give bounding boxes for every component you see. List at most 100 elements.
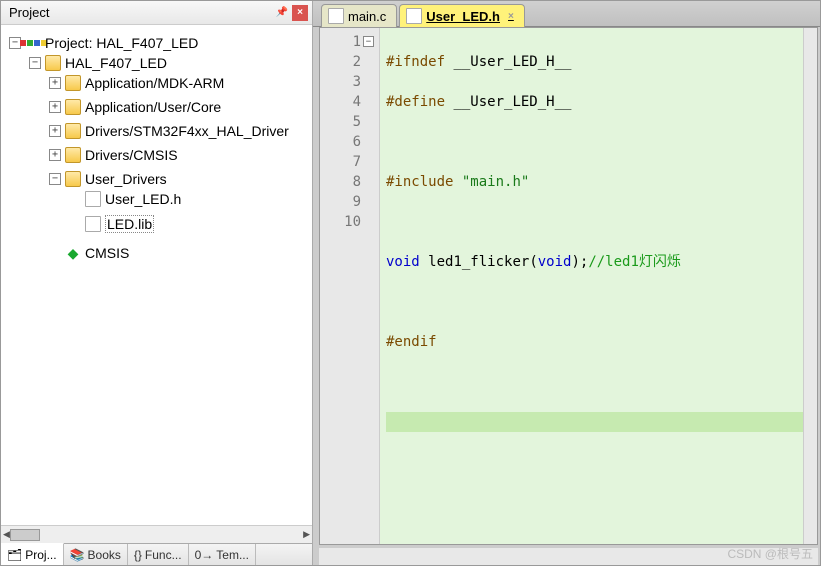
token-macro: __User_LED_H__ [453,94,571,110]
tree-file-label: LED.lib [105,215,154,233]
tree-group[interactable]: + Drivers/STM32F4xx_HAL_Driver [49,123,312,139]
editor-right-margin [803,28,817,544]
token-comment: //led1灯闪烁 [588,254,681,270]
file-icon [85,216,101,232]
file-icon [85,191,101,207]
tree-group-label: CMSIS [85,245,129,261]
token-prep: #endif [386,334,437,350]
tree-group[interactable]: + Drivers/CMSIS [49,147,312,163]
tree-group[interactable]: − User_Drivers [49,171,312,187]
line-number-gutter: 1 2 3 4 5 6 7 8 9 10 − [320,28,380,544]
spacer [69,218,81,230]
editor-tab-main-c[interactable]: main.c [321,4,397,27]
project-tree[interactable]: − Project: HAL_F407_LED − HAL_F407_LED [1,25,312,525]
watermark: CSDN @根号五 [727,545,813,562]
line-number: 10 [320,212,361,232]
tab-project[interactable]: 🗂 Proj... [1,543,64,565]
line-number: 7 [320,152,361,172]
project-panel: Project 📌 × − Project: HAL_F407_LED − [1,1,313,565]
expander-icon[interactable]: + [49,125,61,137]
tree-file[interactable]: LED.lib [69,215,312,233]
scroll-thumb[interactable] [10,529,40,541]
token-punct: ); [571,254,588,270]
spacer [69,193,81,205]
token-prep: #define [386,94,445,110]
tree-group-label: Drivers/STM32F4xx_HAL_Driver [85,123,289,139]
line-number: 6 [320,132,361,152]
file-icon [406,8,422,24]
folder-icon [65,99,81,115]
token-punct: ( [529,254,537,270]
file-icon [328,8,344,24]
editor-tab-user-led-h[interactable]: User_LED.h × [399,4,525,27]
pin-icon[interactable]: 📌 [274,5,290,21]
token-prep: #ifndef [386,54,445,70]
line-number: 1 [320,32,361,52]
tree-group-label: User_Drivers [85,171,167,187]
panel-title: Project [9,5,272,20]
code-content[interactable]: #ifndef __User_LED_H__ #define __User_LE… [380,28,803,544]
token-prep: #include [386,174,453,190]
line-number: 8 [320,172,361,192]
tree-group-label: Application/MDK-ARM [85,75,224,91]
tree-root[interactable]: − Project: HAL_F407_LED [9,35,312,51]
tree-file[interactable]: User_LED.h [69,191,312,207]
workspace-icon [25,35,41,51]
line-number: 4 [320,92,361,112]
token-ident: led1_flicker [428,254,529,270]
tab-label: Books [88,548,121,562]
tab-label: User_LED.h [426,9,500,24]
tab-label: Func... [145,548,182,562]
tree-group[interactable]: ◆ CMSIS [49,245,312,261]
books-tab-icon: 📚 [70,548,85,562]
component-icon: ◆ [65,245,81,261]
tree-group[interactable]: + Application/User/Core [49,99,312,115]
target-icon [45,55,61,71]
token-keyword: void [538,254,572,270]
line-number: 3 [320,72,361,92]
close-tab-icon[interactable]: × [508,11,514,22]
token-keyword: void [386,254,420,270]
functions-tab-icon: {} [134,548,142,562]
tree-target-label: HAL_F407_LED [65,55,167,71]
tree-group-label: Drivers/CMSIS [85,147,178,163]
tab-templates[interactable]: 0→ Tem... [189,544,256,565]
code-editor[interactable]: 1 2 3 4 5 6 7 8 9 10 − #ifndef __User_LE… [319,27,818,545]
h-scrollbar[interactable]: ◀ ▶ [1,525,312,543]
line-number: 2 [320,52,361,72]
spacer [49,247,61,259]
token-macro: __User_LED_H__ [453,54,571,70]
line-number: 5 [320,112,361,132]
tab-books[interactable]: 📚 Books [64,544,128,565]
expander-icon[interactable]: − [29,57,41,69]
expander-icon[interactable]: − [49,173,61,185]
project-tab-icon: 🗂 [7,548,22,562]
tab-label: main.c [348,9,386,24]
fold-icon[interactable]: − [363,36,374,47]
folder-icon [65,171,81,187]
tree-root-label: Project: HAL_F407_LED [45,35,198,51]
tab-label: Tem... [216,548,249,562]
tree-group[interactable]: + Application/MDK-ARM [49,75,312,91]
tree-target[interactable]: − HAL_F407_LED [29,55,312,71]
scroll-right-icon[interactable]: ▶ [303,529,310,540]
expander-icon[interactable]: + [49,101,61,113]
editor-area: main.c User_LED.h × 1 2 3 4 5 6 7 8 9 10 [313,1,820,565]
tree-group-label: Application/User/Core [85,99,221,115]
token-string: "main.h" [462,174,529,190]
folder-icon [65,123,81,139]
tab-functions[interactable]: {} Func... [128,544,189,565]
scroll-left-icon[interactable]: ◀ [3,529,10,540]
tree-file-label: User_LED.h [105,191,181,207]
tab-label: Proj... [25,548,56,562]
line-number: 9 [320,192,361,212]
templates-tab-icon: 0→ [195,548,214,562]
expander-icon[interactable]: + [49,77,61,89]
expander-icon[interactable]: + [49,149,61,161]
folder-icon [65,147,81,163]
editor-tab-strip: main.c User_LED.h × [313,1,820,27]
panel-header: Project 📌 × [1,1,312,25]
folder-icon [65,75,81,91]
close-panel-button[interactable]: × [292,5,308,21]
bottom-tab-strip: 🗂 Proj... 📚 Books {} Func... 0→ Tem... [1,543,312,565]
